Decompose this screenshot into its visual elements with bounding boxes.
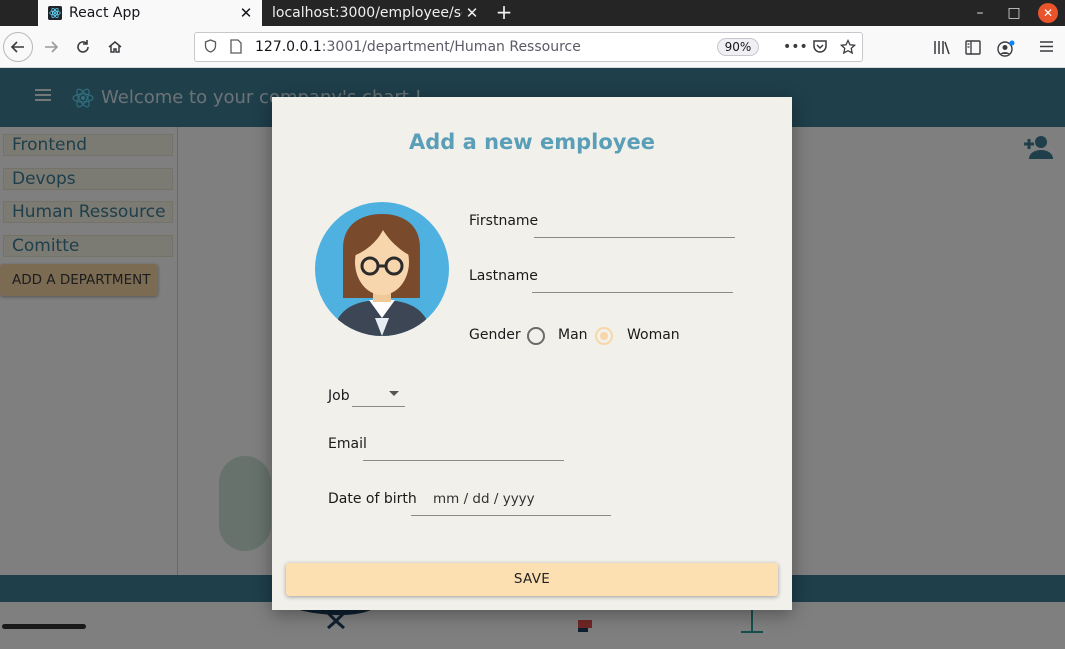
job-select[interactable] (352, 384, 405, 407)
more-actions-icon[interactable]: ••• (783, 39, 808, 55)
forward-arrow-icon (45, 41, 59, 53)
zoom-level-badge[interactable]: 90% (717, 38, 759, 56)
date-placeholder: mm / dd / yyyy (433, 491, 535, 507)
browser-tab-bar: React App ✕ localhost:3000/employee/se ✕… (0, 0, 1065, 26)
reload-button[interactable] (68, 32, 98, 62)
add-employee-dialog: Add a new employee Firstname Lastname Ge… (272, 97, 792, 610)
job-label: Job (328, 388, 350, 404)
firstname-input[interactable] (534, 216, 735, 238)
hamburger-menu-icon[interactable] (1039, 40, 1054, 57)
url-text: 127.0.0.1:3001/department/Human Ressourc… (255, 39, 581, 55)
gender-woman-label[interactable]: Woman (627, 327, 680, 343)
home-button[interactable] (100, 32, 130, 62)
reload-icon (77, 40, 89, 53)
lastname-input[interactable] (532, 271, 733, 293)
gender-man-radio[interactable] (527, 327, 545, 345)
new-tab-button[interactable]: + (494, 0, 514, 26)
tab-title: localhost:3000/employee/se (272, 5, 462, 21)
minimize-button[interactable]: – (970, 0, 990, 26)
browser-tab-react-app[interactable]: React App ✕ (38, 0, 262, 26)
forward-button[interactable] (36, 32, 66, 62)
save-button[interactable]: SAVE (286, 563, 778, 596)
firstname-label: Firstname (469, 213, 539, 229)
web-page: Welcome to your company's chart ! Fronte… (0, 68, 1065, 649)
gender-man-label[interactable]: Man (558, 327, 588, 343)
account-icon[interactable] (997, 40, 1015, 62)
browser-tab-employee[interactable]: localhost:3000/employee/se ✕ (264, 0, 488, 26)
close-tab-icon[interactable]: ✕ (462, 4, 482, 22)
email-label: Email (328, 436, 367, 452)
react-favicon-icon (48, 6, 62, 20)
pocket-icon[interactable] (812, 39, 828, 58)
dialog-title: Add a new employee (409, 130, 655, 154)
dropdown-caret-icon (389, 391, 399, 396)
bookmark-star-icon[interactable] (839, 38, 857, 59)
browser-nav-bar: 127.0.0.1:3001/department/Human Ressourc… (0, 26, 1065, 68)
date-of-birth-label: Date of birth (328, 491, 417, 507)
page-info-icon[interactable] (230, 39, 242, 58)
window-close-button[interactable]: ✕ (1038, 3, 1058, 23)
back-arrow-icon (10, 41, 24, 53)
maximize-button[interactable]: □ (1004, 0, 1024, 26)
close-tab-icon[interactable]: ✕ (236, 4, 256, 22)
shield-icon[interactable] (204, 39, 217, 57)
library-icon[interactable] (933, 40, 951, 59)
employee-avatar[interactable] (315, 202, 449, 336)
tab-title: React App (69, 5, 141, 21)
email-input[interactable] (363, 439, 564, 461)
gender-label: Gender (469, 327, 521, 343)
date-of-birth-input[interactable]: mm / dd / yyyy (411, 483, 611, 516)
home-icon (108, 41, 122, 53)
gender-woman-radio[interactable] (595, 327, 613, 345)
lastname-label: Lastname (469, 268, 538, 284)
sidebar-toggle-icon[interactable] (965, 40, 981, 59)
back-button[interactable] (3, 32, 33, 62)
address-bar[interactable]: 127.0.0.1:3001/department/Human Ressourc… (194, 32, 863, 62)
